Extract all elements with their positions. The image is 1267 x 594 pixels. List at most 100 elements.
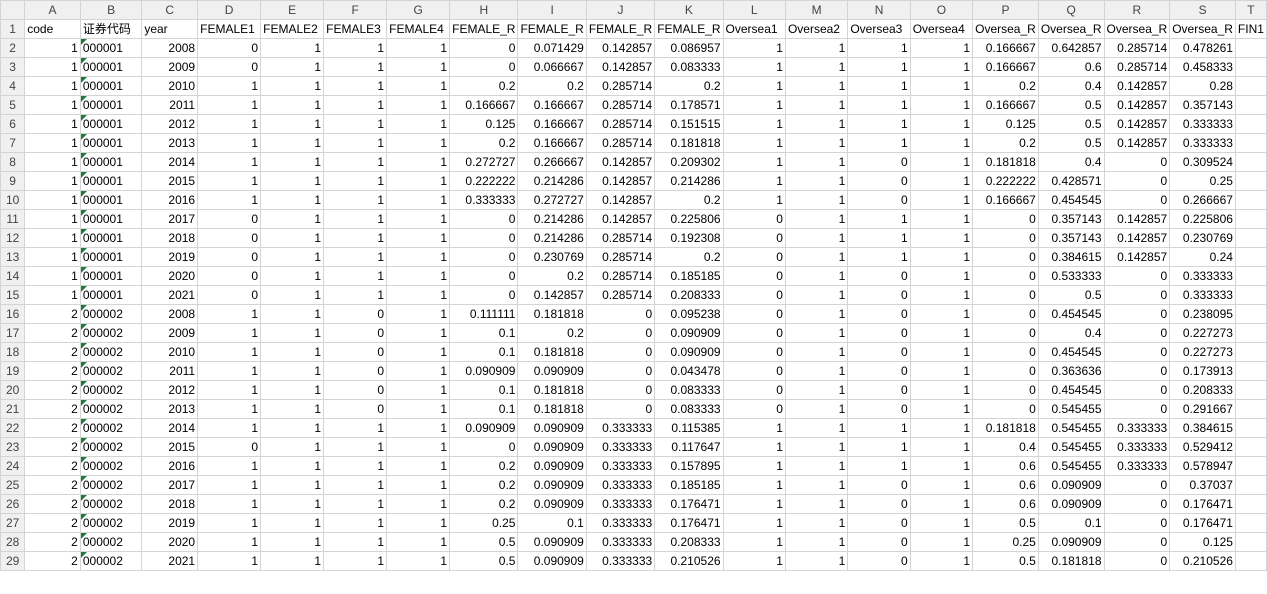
header-cell-r[interactable]: Oversea_R [1103, 19, 1171, 39]
cell-a23[interactable]: 2 [24, 437, 81, 457]
cell-b28[interactable]: 000002 [79, 532, 143, 552]
cell-c20[interactable]: 2012 [141, 380, 199, 400]
cell-j25[interactable]: 0.333333 [585, 475, 656, 495]
cell-s18[interactable]: 0.227273 [1169, 342, 1236, 362]
cell-q23[interactable]: 0.545455 [1037, 437, 1105, 457]
cell-s9[interactable]: 0.25 [1169, 171, 1236, 191]
cell-q7[interactable]: 0.5 [1037, 133, 1105, 153]
cell-b24[interactable]: 000002 [79, 456, 143, 476]
cell-e27[interactable]: 1 [260, 513, 325, 533]
cell-d20[interactable]: 1 [197, 380, 262, 400]
cell-g3[interactable]: 1 [386, 57, 451, 77]
cell-q28[interactable]: 0.090909 [1037, 532, 1105, 552]
row-header-15[interactable]: 15 [0, 285, 26, 305]
cell-t4[interactable] [1234, 76, 1267, 96]
cell-c17[interactable]: 2009 [141, 323, 199, 343]
cell-o13[interactable]: 1 [909, 247, 974, 267]
cell-a6[interactable]: 1 [24, 114, 81, 134]
cell-m29[interactable]: 1 [784, 551, 849, 571]
cell-t28[interactable] [1234, 532, 1267, 552]
cell-n23[interactable]: 1 [847, 437, 911, 457]
cell-m5[interactable]: 1 [784, 95, 849, 115]
cell-t10[interactable] [1234, 190, 1267, 210]
cell-q14[interactable]: 0.533333 [1037, 266, 1105, 286]
cell-b15[interactable]: 000001 [79, 285, 143, 305]
column-header-r[interactable]: R [1103, 0, 1171, 20]
cell-n16[interactable]: 0 [847, 304, 911, 324]
cell-r24[interactable]: 0.333333 [1103, 456, 1171, 476]
header-cell-b[interactable]: 证券代码 [79, 19, 143, 39]
cell-g27[interactable]: 1 [386, 513, 451, 533]
cell-d28[interactable]: 1 [197, 532, 262, 552]
cell-b19[interactable]: 000002 [79, 361, 143, 381]
column-header-f[interactable]: F [323, 0, 388, 20]
cell-h23[interactable]: 0 [449, 437, 519, 457]
cell-d2[interactable]: 0 [197, 38, 262, 58]
column-header-d[interactable]: D [197, 0, 262, 20]
cell-r22[interactable]: 0.333333 [1103, 418, 1171, 438]
cell-b4[interactable]: 000001 [79, 76, 143, 96]
column-header-c[interactable]: C [141, 0, 199, 20]
cell-o18[interactable]: 1 [909, 342, 974, 362]
cell-o4[interactable]: 1 [909, 76, 974, 96]
cell-n15[interactable]: 0 [847, 285, 911, 305]
cell-l28[interactable]: 1 [722, 532, 786, 552]
header-cell-k[interactable]: FEMALE_R [654, 19, 724, 39]
cell-s3[interactable]: 0.458333 [1169, 57, 1236, 77]
cell-r12[interactable]: 0.142857 [1103, 228, 1171, 248]
cell-i7[interactable]: 0.166667 [517, 133, 587, 153]
spreadsheet-grid[interactable]: ABCDEFGHIJKLMNOPQRST 1 code 证券代码 year FEMALE… [0, 0, 1267, 594]
cell-f15[interactable]: 1 [323, 285, 388, 305]
cell-t21[interactable] [1234, 399, 1267, 419]
cell-e28[interactable]: 1 [260, 532, 325, 552]
cell-n13[interactable]: 1 [847, 247, 911, 267]
cell-p6[interactable]: 0.125 [972, 114, 1039, 134]
cell-h10[interactable]: 0.333333 [449, 190, 519, 210]
cell-p23[interactable]: 0.4 [972, 437, 1039, 457]
cell-a22[interactable]: 2 [24, 418, 81, 438]
cell-m12[interactable]: 1 [784, 228, 849, 248]
cell-t5[interactable] [1234, 95, 1267, 115]
cell-i27[interactable]: 0.1 [517, 513, 587, 533]
cell-c24[interactable]: 2016 [141, 456, 199, 476]
cell-h4[interactable]: 0.2 [449, 76, 519, 96]
cell-s6[interactable]: 0.333333 [1169, 114, 1236, 134]
cell-h26[interactable]: 0.2 [449, 494, 519, 514]
cell-m3[interactable]: 1 [784, 57, 849, 77]
cell-d19[interactable]: 1 [197, 361, 262, 381]
cell-g9[interactable]: 1 [386, 171, 451, 191]
cell-n7[interactable]: 1 [847, 133, 911, 153]
cell-k19[interactable]: 0.043478 [654, 361, 724, 381]
cell-f5[interactable]: 1 [323, 95, 388, 115]
cell-f18[interactable]: 0 [323, 342, 388, 362]
cell-r26[interactable]: 0 [1103, 494, 1171, 514]
cell-i18[interactable]: 0.181818 [517, 342, 587, 362]
cell-e22[interactable]: 1 [260, 418, 325, 438]
cell-o21[interactable]: 1 [909, 399, 974, 419]
cell-i15[interactable]: 0.142857 [517, 285, 587, 305]
cell-p27[interactable]: 0.5 [972, 513, 1039, 533]
cell-b13[interactable]: 000001 [79, 247, 143, 267]
cell-r2[interactable]: 0.285714 [1103, 38, 1171, 58]
cell-r8[interactable]: 0 [1103, 152, 1171, 172]
cell-q19[interactable]: 0.363636 [1037, 361, 1105, 381]
cell-p28[interactable]: 0.25 [972, 532, 1039, 552]
cell-s24[interactable]: 0.578947 [1169, 456, 1236, 476]
cell-o7[interactable]: 1 [909, 133, 974, 153]
cell-s4[interactable]: 0.28 [1169, 76, 1236, 96]
cell-h3[interactable]: 0 [449, 57, 519, 77]
cell-r6[interactable]: 0.142857 [1103, 114, 1171, 134]
cell-p7[interactable]: 0.2 [972, 133, 1039, 153]
cell-k4[interactable]: 0.2 [654, 76, 724, 96]
column-header-s[interactable]: S [1169, 0, 1236, 20]
cell-a19[interactable]: 2 [24, 361, 81, 381]
cell-t29[interactable] [1234, 551, 1267, 571]
cell-a25[interactable]: 2 [24, 475, 81, 495]
row-header-6[interactable]: 6 [0, 114, 26, 134]
column-header-e[interactable]: E [260, 0, 325, 20]
cell-e11[interactable]: 1 [260, 209, 325, 229]
cell-c9[interactable]: 2015 [141, 171, 199, 191]
cell-k21[interactable]: 0.083333 [654, 399, 724, 419]
cell-t11[interactable] [1234, 209, 1267, 229]
cell-a12[interactable]: 1 [24, 228, 81, 248]
